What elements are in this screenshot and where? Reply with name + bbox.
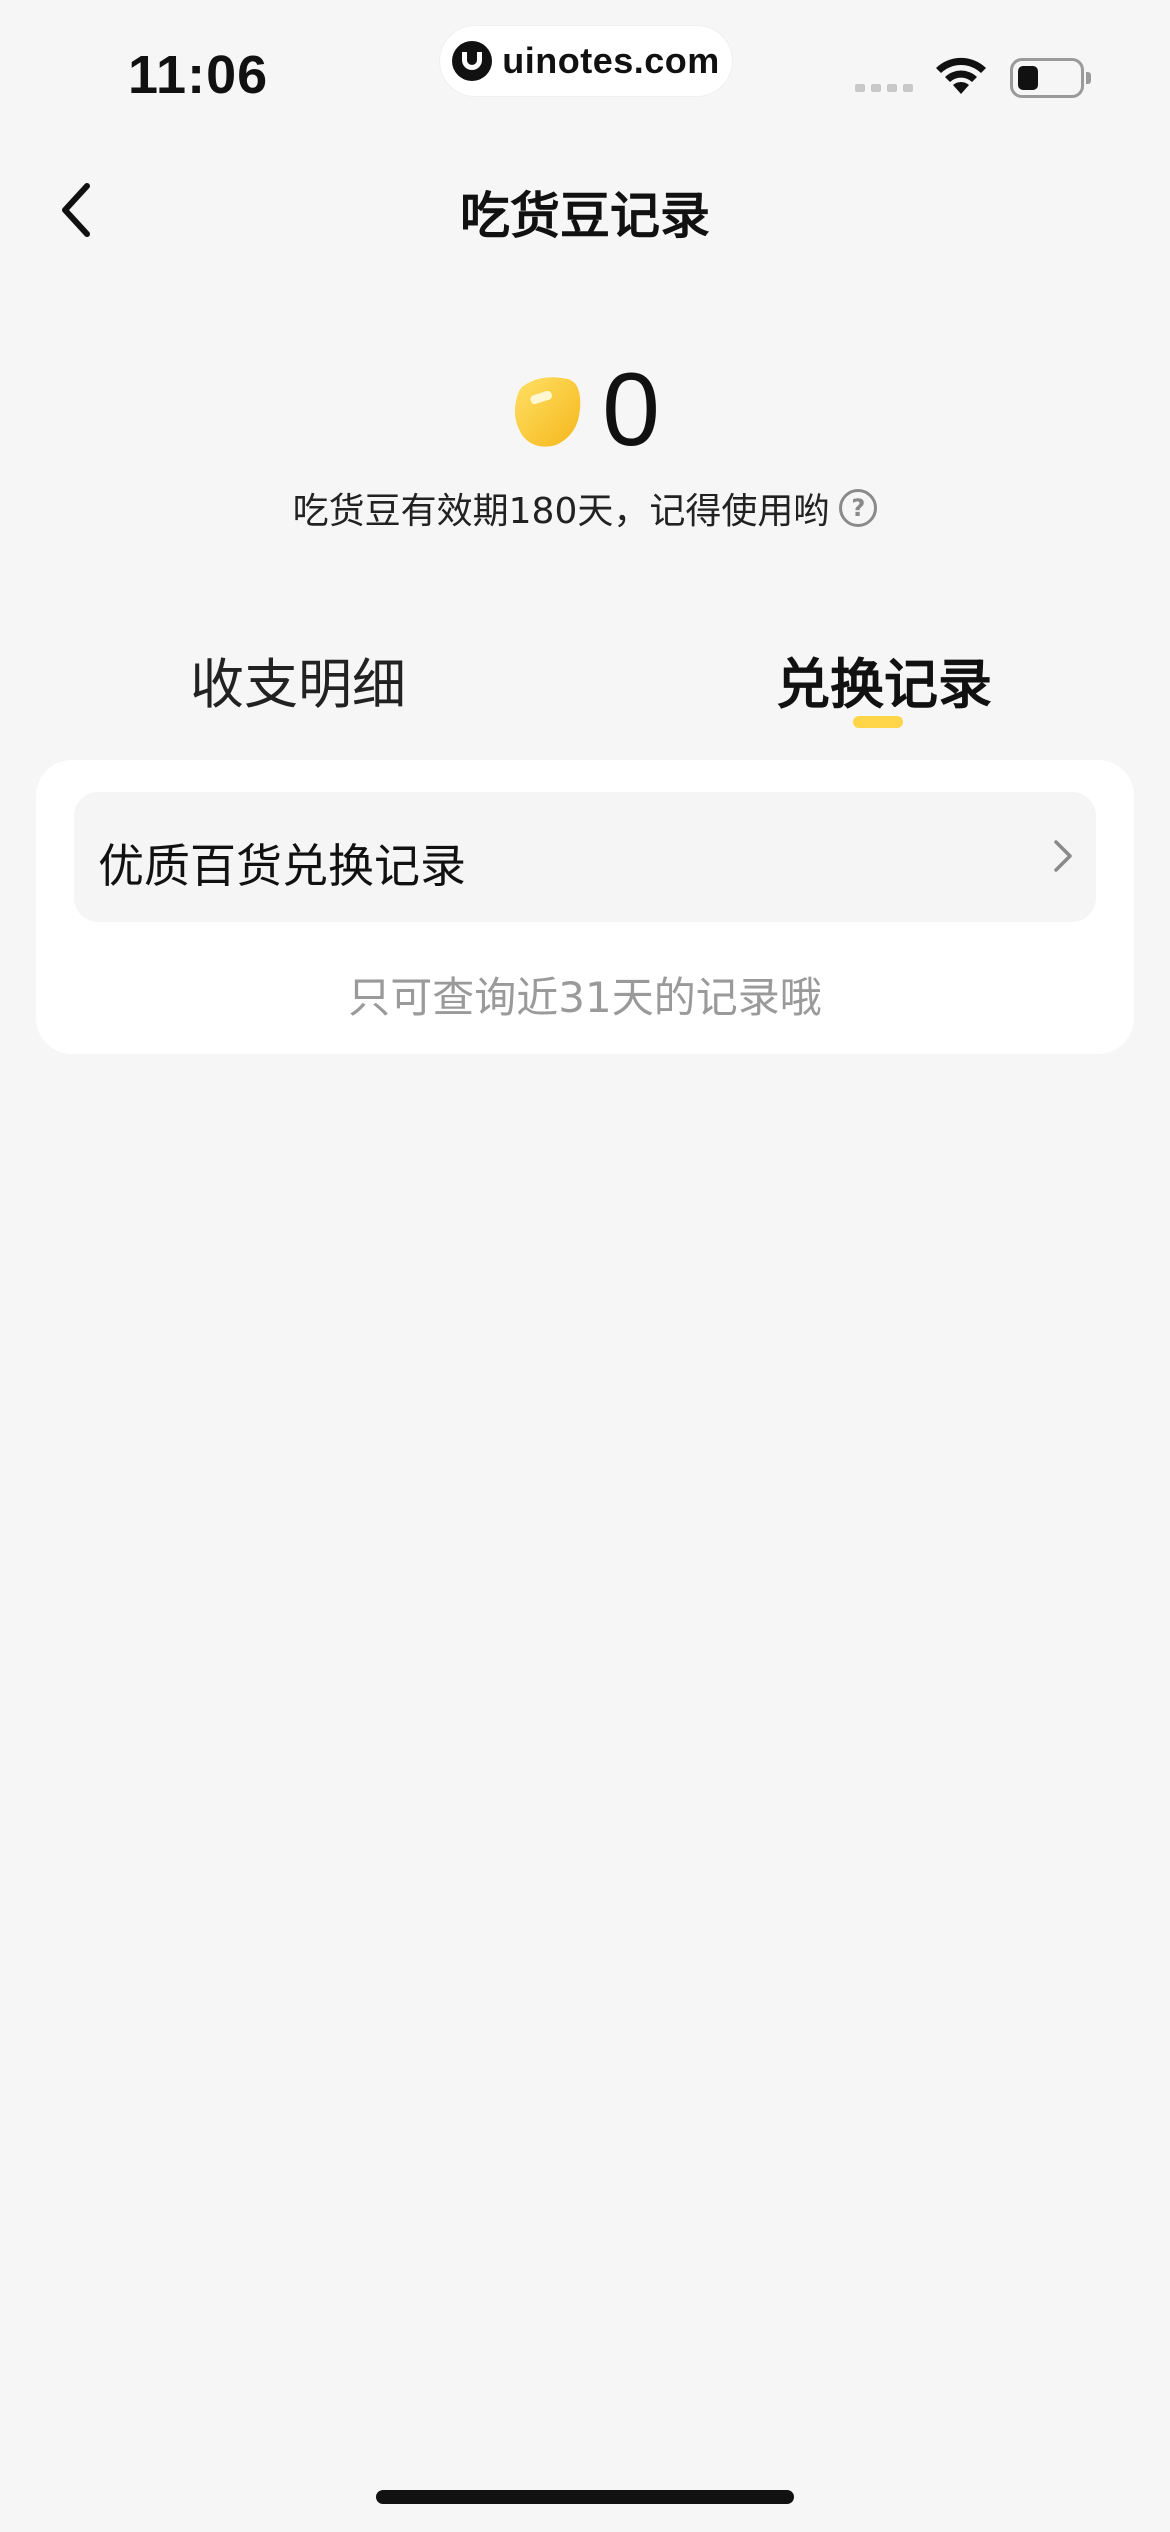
bean-icon xyxy=(514,377,581,447)
battery-icon xyxy=(1010,58,1091,98)
tab-exchange-records[interactable]: 兑换记录 xyxy=(776,640,992,719)
goods-exchange-record-row[interactable]: 优质百货兑换记录 xyxy=(74,792,1096,922)
record-row-label: 优质百货兑换记录 xyxy=(98,839,466,893)
help-icon[interactable]: ? xyxy=(839,489,878,527)
wifi-icon xyxy=(936,57,986,94)
status-bar: 11:06 uinotes.com xyxy=(0,0,1170,130)
validity-note: 吃货豆有效期180天，记得使用哟 ? xyxy=(0,482,1170,534)
active-tab-indicator xyxy=(853,716,903,728)
watermark-text: uinotes.com xyxy=(502,40,720,81)
bean-balance: 0 xyxy=(0,350,1170,470)
bean-balance-value: 0 xyxy=(602,352,660,468)
validity-text: 吃货豆有效期180天，记得使用哟 xyxy=(292,491,830,532)
page: 11:06 uinotes.com 吃货豆记录 0 吃货豆有效期180天，记得使… xyxy=(0,0,1170,2532)
status-time: 11:06 xyxy=(128,45,269,105)
record-tabs: 收支明细 兑换记录 xyxy=(0,640,1170,740)
cellular-signal-icon xyxy=(855,84,913,92)
records-card: 优质百货兑换记录 只可查询近31天的记录哦 xyxy=(36,760,1134,1054)
home-indicator xyxy=(376,2490,794,2504)
nav-bar: 吃货豆记录 xyxy=(0,150,1170,270)
page-title: 吃货豆记录 xyxy=(460,187,710,245)
uinotes-logo-icon xyxy=(452,41,493,81)
watermark-badge: uinotes.com xyxy=(440,26,732,96)
tab-income-expense[interactable]: 收支明细 xyxy=(190,640,406,719)
chevron-right-icon xyxy=(1054,840,1072,872)
records-hint: 只可查询近31天的记录哦 xyxy=(348,973,822,1022)
